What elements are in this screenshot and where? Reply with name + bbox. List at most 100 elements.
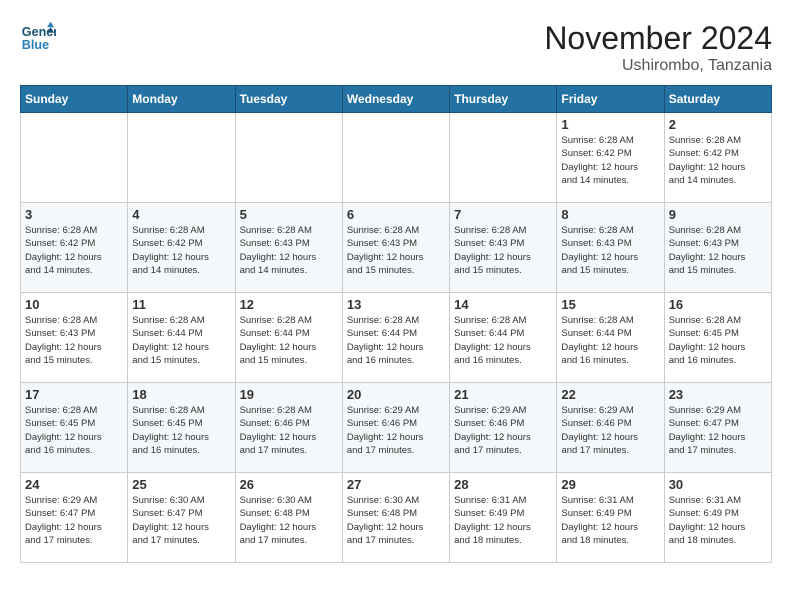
calendar-cell: 11 Sunrise: 6:28 AM Sunset: 6:44 PM Dayli… (128, 293, 235, 383)
calendar-table: SundayMondayTuesdayWednesdayThursdayFrid… (20, 85, 772, 563)
calendar-cell: 13 Sunrise: 6:28 AM Sunset: 6:44 PM Dayli… (342, 293, 449, 383)
calendar-cell (128, 113, 235, 203)
day-info: Sunrise: 6:28 AM Sunset: 6:43 PM Dayligh… (669, 224, 767, 277)
day-info: Sunrise: 6:28 AM Sunset: 6:43 PM Dayligh… (240, 224, 338, 277)
calendar-cell: 1 Sunrise: 6:28 AM Sunset: 6:42 PM Daylig… (557, 113, 664, 203)
logo: General Blue (20, 20, 56, 56)
column-header-monday: Monday (128, 86, 235, 113)
day-info: Sunrise: 6:28 AM Sunset: 6:44 PM Dayligh… (132, 314, 230, 367)
day-number: 30 (669, 477, 767, 492)
calendar-cell: 17 Sunrise: 6:28 AM Sunset: 6:45 PM Dayli… (21, 383, 128, 473)
day-info: Sunrise: 6:28 AM Sunset: 6:42 PM Dayligh… (132, 224, 230, 277)
calendar-cell: 7 Sunrise: 6:28 AM Sunset: 6:43 PM Daylig… (450, 203, 557, 293)
day-info: Sunrise: 6:28 AM Sunset: 6:45 PM Dayligh… (132, 404, 230, 457)
calendar-cell: 3 Sunrise: 6:28 AM Sunset: 6:42 PM Daylig… (21, 203, 128, 293)
day-info: Sunrise: 6:28 AM Sunset: 6:46 PM Dayligh… (240, 404, 338, 457)
day-number: 2 (669, 117, 767, 132)
column-header-sunday: Sunday (21, 86, 128, 113)
calendar-cell: 25Sunrise: 6:30 AM Sunset: 6:47 PM Dayli… (128, 473, 235, 563)
column-header-saturday: Saturday (664, 86, 771, 113)
day-number: 14 (454, 297, 552, 312)
day-info: Sunrise: 6:29 AM Sunset: 6:47 PM Dayligh… (669, 404, 767, 457)
day-number: 3 (25, 207, 123, 222)
day-info: Sunrise: 6:30 AM Sunset: 6:48 PM Dayligh… (347, 494, 445, 547)
day-info: Sunrise: 6:28 AM Sunset: 6:43 PM Dayligh… (561, 224, 659, 277)
calendar-cell: 20 Sunrise: 6:29 AM Sunset: 6:46 PM Dayli… (342, 383, 449, 473)
day-number: 10 (25, 297, 123, 312)
calendar-cell: 12 Sunrise: 6:28 AM Sunset: 6:44 PM Dayli… (235, 293, 342, 383)
week-row-5: 24Sunrise: 6:29 AM Sunset: 6:47 PM Dayli… (21, 473, 772, 563)
title-section: November 2024 Ushirombo, Tanzania (544, 20, 772, 75)
day-info: Sunrise: 6:28 AM Sunset: 6:45 PM Dayligh… (669, 314, 767, 367)
header-row: SundayMondayTuesdayWednesdayThursdayFrid… (21, 86, 772, 113)
calendar-cell: 15 Sunrise: 6:28 AM Sunset: 6:44 PM Dayli… (557, 293, 664, 383)
calendar-cell (21, 113, 128, 203)
calendar-cell: 23 Sunrise: 6:29 AM Sunset: 6:47 PM Dayli… (664, 383, 771, 473)
calendar-cell (450, 113, 557, 203)
week-row-2: 3 Sunrise: 6:28 AM Sunset: 6:42 PM Daylig… (21, 203, 772, 293)
day-number: 20 (347, 387, 445, 402)
day-number: 1 (561, 117, 659, 132)
day-number: 25 (132, 477, 230, 492)
day-info: Sunrise: 6:28 AM Sunset: 6:44 PM Dayligh… (454, 314, 552, 367)
column-header-thursday: Thursday (450, 86, 557, 113)
calendar-cell: 27 Sunrise: 6:30 AM Sunset: 6:48 PM Dayli… (342, 473, 449, 563)
day-info: Sunrise: 6:28 AM Sunset: 6:42 PM Dayligh… (25, 224, 123, 277)
calendar-cell: 21Sunrise: 6:29 AM Sunset: 6:46 PM Dayli… (450, 383, 557, 473)
calendar-cell: 8 Sunrise: 6:28 AM Sunset: 6:43 PM Daylig… (557, 203, 664, 293)
month-title: November 2024 (544, 20, 772, 57)
location: Ushirombo, Tanzania (544, 57, 772, 75)
day-number: 9 (669, 207, 767, 222)
day-info: Sunrise: 6:28 AM Sunset: 6:43 PM Dayligh… (454, 224, 552, 277)
day-number: 17 (25, 387, 123, 402)
day-number: 24 (25, 477, 123, 492)
calendar-cell: 14 Sunrise: 6:28 AM Sunset: 6:44 PM Dayli… (450, 293, 557, 383)
day-number: 5 (240, 207, 338, 222)
day-number: 28 (454, 477, 552, 492)
day-number: 27 (347, 477, 445, 492)
day-number: 6 (347, 207, 445, 222)
day-info: Sunrise: 6:31 AM Sunset: 6:49 PM Dayligh… (561, 494, 659, 547)
day-info: Sunrise: 6:28 AM Sunset: 6:42 PM Dayligh… (561, 134, 659, 187)
day-info: Sunrise: 6:29 AM Sunset: 6:46 PM Dayligh… (561, 404, 659, 457)
day-number: 22 (561, 387, 659, 402)
week-row-3: 10 Sunrise: 6:28 AM Sunset: 6:43 PM Dayli… (21, 293, 772, 383)
day-info: Sunrise: 6:28 AM Sunset: 6:43 PM Dayligh… (25, 314, 123, 367)
calendar-cell: 6Sunrise: 6:28 AM Sunset: 6:43 PM Daylig… (342, 203, 449, 293)
day-number: 7 (454, 207, 552, 222)
calendar-cell (235, 113, 342, 203)
svg-text:Blue: Blue (22, 38, 49, 52)
day-number: 8 (561, 207, 659, 222)
day-info: Sunrise: 6:28 AM Sunset: 6:44 PM Dayligh… (240, 314, 338, 367)
page-header: General Blue November 2024 Ushirombo, Ta… (20, 20, 772, 75)
calendar-cell: 10 Sunrise: 6:28 AM Sunset: 6:43 PM Dayli… (21, 293, 128, 383)
day-info: Sunrise: 6:28 AM Sunset: 6:44 PM Dayligh… (347, 314, 445, 367)
calendar-cell: 24Sunrise: 6:29 AM Sunset: 6:47 PM Dayli… (21, 473, 128, 563)
calendar-cell: 18Sunrise: 6:28 AM Sunset: 6:45 PM Dayli… (128, 383, 235, 473)
day-number: 29 (561, 477, 659, 492)
day-info: Sunrise: 6:28 AM Sunset: 6:42 PM Dayligh… (669, 134, 767, 187)
day-number: 15 (561, 297, 659, 312)
calendar-cell: 26Sunrise: 6:30 AM Sunset: 6:48 PM Dayli… (235, 473, 342, 563)
day-info: Sunrise: 6:31 AM Sunset: 6:49 PM Dayligh… (669, 494, 767, 547)
column-header-friday: Friday (557, 86, 664, 113)
day-info: Sunrise: 6:28 AM Sunset: 6:45 PM Dayligh… (25, 404, 123, 457)
calendar-cell: 30 Sunrise: 6:31 AM Sunset: 6:49 PM Dayli… (664, 473, 771, 563)
week-row-1: 1 Sunrise: 6:28 AM Sunset: 6:42 PM Daylig… (21, 113, 772, 203)
day-number: 12 (240, 297, 338, 312)
day-info: Sunrise: 6:30 AM Sunset: 6:48 PM Dayligh… (240, 494, 338, 547)
column-header-wednesday: Wednesday (342, 86, 449, 113)
day-info: Sunrise: 6:28 AM Sunset: 6:44 PM Dayligh… (561, 314, 659, 367)
calendar-cell: 28Sunrise: 6:31 AM Sunset: 6:49 PM Dayli… (450, 473, 557, 563)
calendar-cell: 19 Sunrise: 6:28 AM Sunset: 6:46 PM Dayli… (235, 383, 342, 473)
calendar-cell: 4Sunrise: 6:28 AM Sunset: 6:42 PM Daylig… (128, 203, 235, 293)
day-number: 13 (347, 297, 445, 312)
day-info: Sunrise: 6:29 AM Sunset: 6:46 PM Dayligh… (347, 404, 445, 457)
column-header-tuesday: Tuesday (235, 86, 342, 113)
day-number: 23 (669, 387, 767, 402)
week-row-4: 17 Sunrise: 6:28 AM Sunset: 6:45 PM Dayli… (21, 383, 772, 473)
calendar-cell: 22 Sunrise: 6:29 AM Sunset: 6:46 PM Dayli… (557, 383, 664, 473)
day-number: 19 (240, 387, 338, 402)
day-number: 11 (132, 297, 230, 312)
calendar-cell: 2 Sunrise: 6:28 AM Sunset: 6:42 PM Daylig… (664, 113, 771, 203)
